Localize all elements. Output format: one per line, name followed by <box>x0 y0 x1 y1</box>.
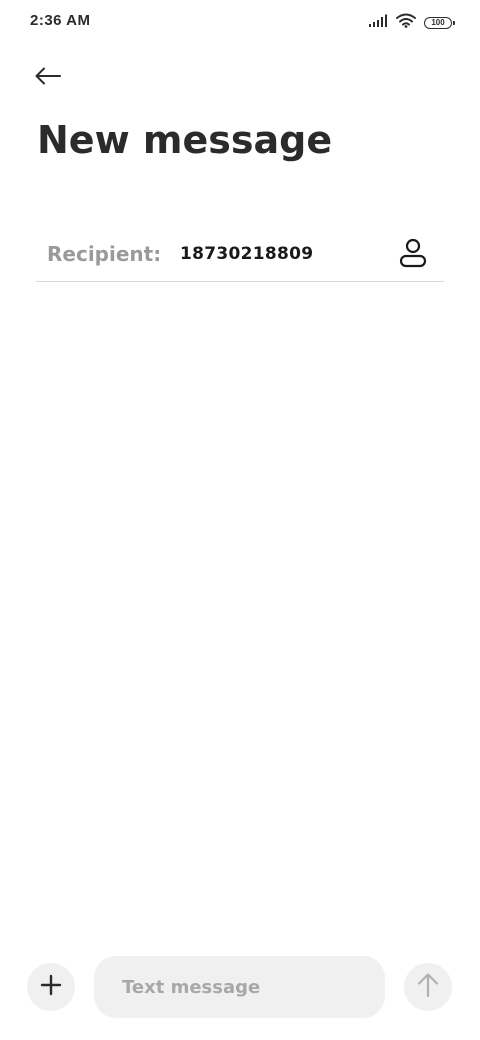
signal-icon <box>368 14 388 33</box>
contact-picker-button[interactable] <box>398 238 428 273</box>
battery-icon: 100 <box>424 17 455 29</box>
status-icons: 100 <box>368 13 455 33</box>
message-input[interactable] <box>94 956 385 1018</box>
wifi-icon <box>396 13 416 33</box>
page-title: New message <box>37 118 333 162</box>
plus-icon <box>40 974 62 1001</box>
recipient-label: Recipient: <box>47 242 162 266</box>
status-bar: 2:36 AM 100 <box>0 0 480 44</box>
person-icon <box>399 238 427 273</box>
status-time: 2:36 AM <box>30 12 91 29</box>
attach-button[interactable] <box>27 963 75 1011</box>
back-button[interactable] <box>30 62 66 94</box>
send-button[interactable] <box>404 963 452 1011</box>
recipient-value[interactable]: 18730218809 <box>180 244 313 264</box>
recipient-row[interactable]: Recipient: 18730218809 <box>36 230 444 282</box>
composer-bar <box>0 950 480 1024</box>
battery-level: 100 <box>431 18 445 27</box>
arrow-left-icon <box>34 66 62 91</box>
arrow-up-icon <box>416 972 440 1003</box>
